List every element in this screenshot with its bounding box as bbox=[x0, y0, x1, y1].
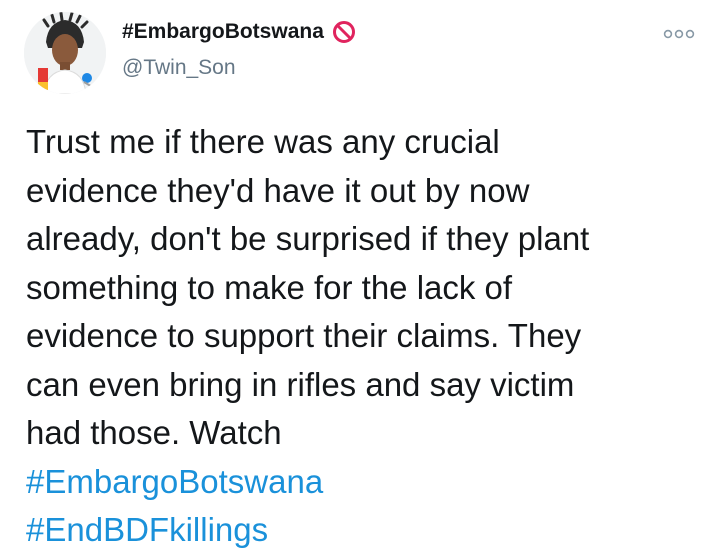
tweet-text-line: evidence they'd have it out by now bbox=[26, 171, 530, 209]
hashtag-link-embargo-botswana[interactable]: #EmbargoBotswana bbox=[26, 458, 686, 507]
tweet-text-line: something to make for the lack of bbox=[26, 268, 513, 306]
avatar-illustration bbox=[24, 12, 106, 94]
tweet-text-line: evidence to support their claims. They bbox=[26, 317, 582, 354]
avatar[interactable] bbox=[24, 12, 106, 94]
tweet-card: #EmbargoBotswana @Twin_Son Trust me if t… bbox=[0, 0, 716, 554]
display-name[interactable]: #EmbargoBotswana bbox=[122, 20, 324, 44]
display-name-row[interactable]: #EmbargoBotswana bbox=[122, 20, 356, 44]
tweet-text-line: had those. Watch bbox=[26, 414, 282, 451]
tweet-text-line: can even bring in rifles and say victim bbox=[26, 365, 575, 403]
tweet-text-line: Trust me if there was any crucial bbox=[26, 123, 500, 160]
hashtag-link-end-bdf-killings[interactable]: #EndBDFkillings bbox=[26, 506, 686, 555]
more-options-button[interactable] bbox=[662, 26, 696, 42]
prohibited-icon bbox=[332, 21, 355, 43]
tweet-text: Trust me if there was any crucial eviden… bbox=[26, 118, 686, 555]
tweet-text-line: already, don't be surprised if they plan… bbox=[26, 220, 590, 257]
user-handle[interactable]: @Twin_Son bbox=[122, 56, 236, 80]
more-options-icon bbox=[663, 29, 695, 39]
